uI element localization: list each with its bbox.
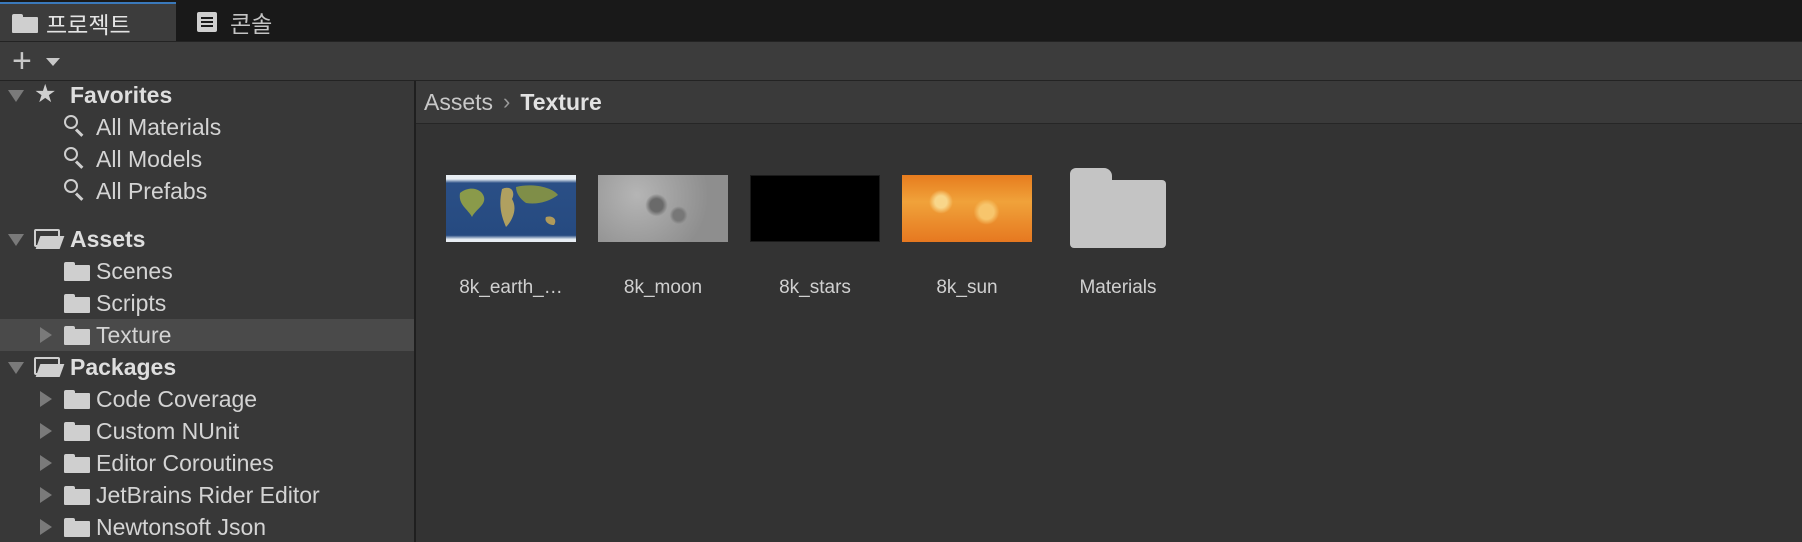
console-icon bbox=[196, 11, 222, 33]
foldout-arrow-icon[interactable] bbox=[40, 455, 52, 471]
tab-console-label: 콘솔 bbox=[230, 10, 273, 37]
folder-icon bbox=[64, 262, 90, 281]
folder-icon bbox=[64, 294, 90, 313]
tree-item-label: Editor Coroutines bbox=[96, 449, 274, 476]
search-icon bbox=[64, 179, 86, 201]
tree-item-newtonsoft-json[interactable]: Newtonsoft Json bbox=[0, 511, 414, 542]
tab-project-label: 프로젝트 bbox=[46, 11, 131, 38]
plus-icon[interactable]: + bbox=[12, 44, 32, 78]
asset-label[interactable]: 8k_stars bbox=[740, 277, 890, 299]
tree-item-all-materials[interactable]: All Materials bbox=[0, 111, 414, 143]
star-icon: ★ bbox=[34, 81, 57, 108]
foldout-arrow-icon[interactable] bbox=[40, 519, 52, 535]
tree-item-label: Newtonsoft Json bbox=[96, 513, 267, 540]
breadcrumb: Assets › Texture bbox=[416, 81, 1802, 124]
tree-item-editor-coroutines[interactable]: Editor Coroutines bbox=[0, 447, 414, 479]
folder-icon bbox=[64, 422, 90, 441]
folder-open-icon bbox=[34, 229, 65, 249]
tree-item-label: All Prefabs bbox=[96, 177, 208, 204]
tree-item-all-models[interactable]: All Models bbox=[0, 143, 414, 175]
tree-assets-label: Assets bbox=[70, 225, 146, 252]
asset-label[interactable]: 8k_sun bbox=[892, 277, 1042, 299]
folder-icon bbox=[64, 518, 90, 537]
tree-item-texture[interactable]: Texture bbox=[0, 319, 414, 351]
folder-open-icon bbox=[34, 357, 65, 377]
tree-item-label: Code Coverage bbox=[96, 385, 258, 412]
asset-label[interactable]: Materials bbox=[1043, 277, 1193, 299]
breadcrumb-root[interactable]: Assets bbox=[424, 89, 493, 116]
foldout-arrow-icon[interactable] bbox=[40, 487, 52, 503]
chevron-down-icon[interactable] bbox=[46, 58, 60, 66]
tree-item-label: JetBrains Rider Editor bbox=[96, 481, 320, 508]
folder-icon bbox=[12, 12, 38, 34]
tree-item-label: All Models bbox=[96, 145, 203, 172]
tree-favorites-label: Favorites bbox=[70, 81, 173, 108]
toolbar: + bbox=[0, 42, 1802, 81]
tree-item-all-prefabs[interactable]: All Prefabs bbox=[0, 175, 414, 207]
folder-icon[interactable] bbox=[1070, 168, 1166, 248]
texture-thumbnail-stars[interactable] bbox=[750, 175, 880, 242]
tab-project[interactable]: 프로젝트 bbox=[0, 2, 176, 41]
tree-item-label: All Materials bbox=[96, 113, 222, 140]
tree-packages[interactable]: Packages bbox=[0, 351, 414, 383]
folder-icon bbox=[64, 390, 90, 409]
tree-packages-label: Packages bbox=[70, 353, 177, 380]
texture-thumbnail-sun[interactable] bbox=[902, 175, 1032, 242]
texture-thumbnail-moon[interactable] bbox=[598, 175, 728, 242]
tab-bar: 프로젝트 콘솔 bbox=[0, 0, 1802, 42]
breadcrumb-current[interactable]: Texture bbox=[520, 89, 601, 116]
tree-item-scripts[interactable]: Scripts bbox=[0, 287, 414, 319]
tab-console[interactable]: 콘솔 bbox=[188, 2, 308, 41]
folder-icon bbox=[64, 454, 90, 473]
foldout-arrow-icon[interactable] bbox=[40, 423, 52, 439]
tree-item-label: Scripts bbox=[96, 289, 167, 316]
foldout-arrow-icon[interactable] bbox=[40, 327, 52, 343]
folder-icon bbox=[64, 326, 90, 345]
search-icon bbox=[64, 115, 86, 137]
foldout-arrow-icon[interactable] bbox=[8, 234, 24, 246]
tree-item-label: Scenes bbox=[96, 257, 173, 284]
tree-item-label: Texture bbox=[96, 321, 172, 348]
tree-assets[interactable]: Assets bbox=[0, 223, 414, 255]
asset-label[interactable]: 8k_moon bbox=[588, 277, 738, 299]
project-window: 프로젝트 콘솔 + ★ Favorites All Materials All … bbox=[0, 0, 1802, 542]
search-icon bbox=[64, 147, 86, 169]
tree-item-label: Custom NUnit bbox=[96, 417, 240, 444]
foldout-arrow-icon[interactable] bbox=[8, 362, 24, 374]
tree-item-scenes[interactable]: Scenes bbox=[0, 255, 414, 287]
tree-item-custom-nunit[interactable]: Custom NUnit bbox=[0, 415, 414, 447]
chevron-right-icon: › bbox=[503, 89, 511, 114]
tree-item-code-coverage[interactable]: Code Coverage bbox=[0, 383, 414, 415]
foldout-arrow-icon[interactable] bbox=[40, 391, 52, 407]
tree-item-jetbrains-rider-editor[interactable]: JetBrains Rider Editor bbox=[0, 479, 414, 511]
texture-thumbnail-earth[interactable] bbox=[446, 175, 576, 242]
foldout-arrow-icon[interactable] bbox=[8, 90, 24, 102]
project-tree[interactable]: ★ Favorites All Materials All Models All… bbox=[0, 81, 416, 542]
asset-label[interactable]: 8k_earth_… bbox=[436, 277, 586, 299]
folder-icon bbox=[64, 486, 90, 505]
tree-favorites[interactable]: ★ Favorites bbox=[0, 81, 414, 111]
asset-browser[interactable]: Assets › Texture bbox=[416, 81, 1802, 542]
